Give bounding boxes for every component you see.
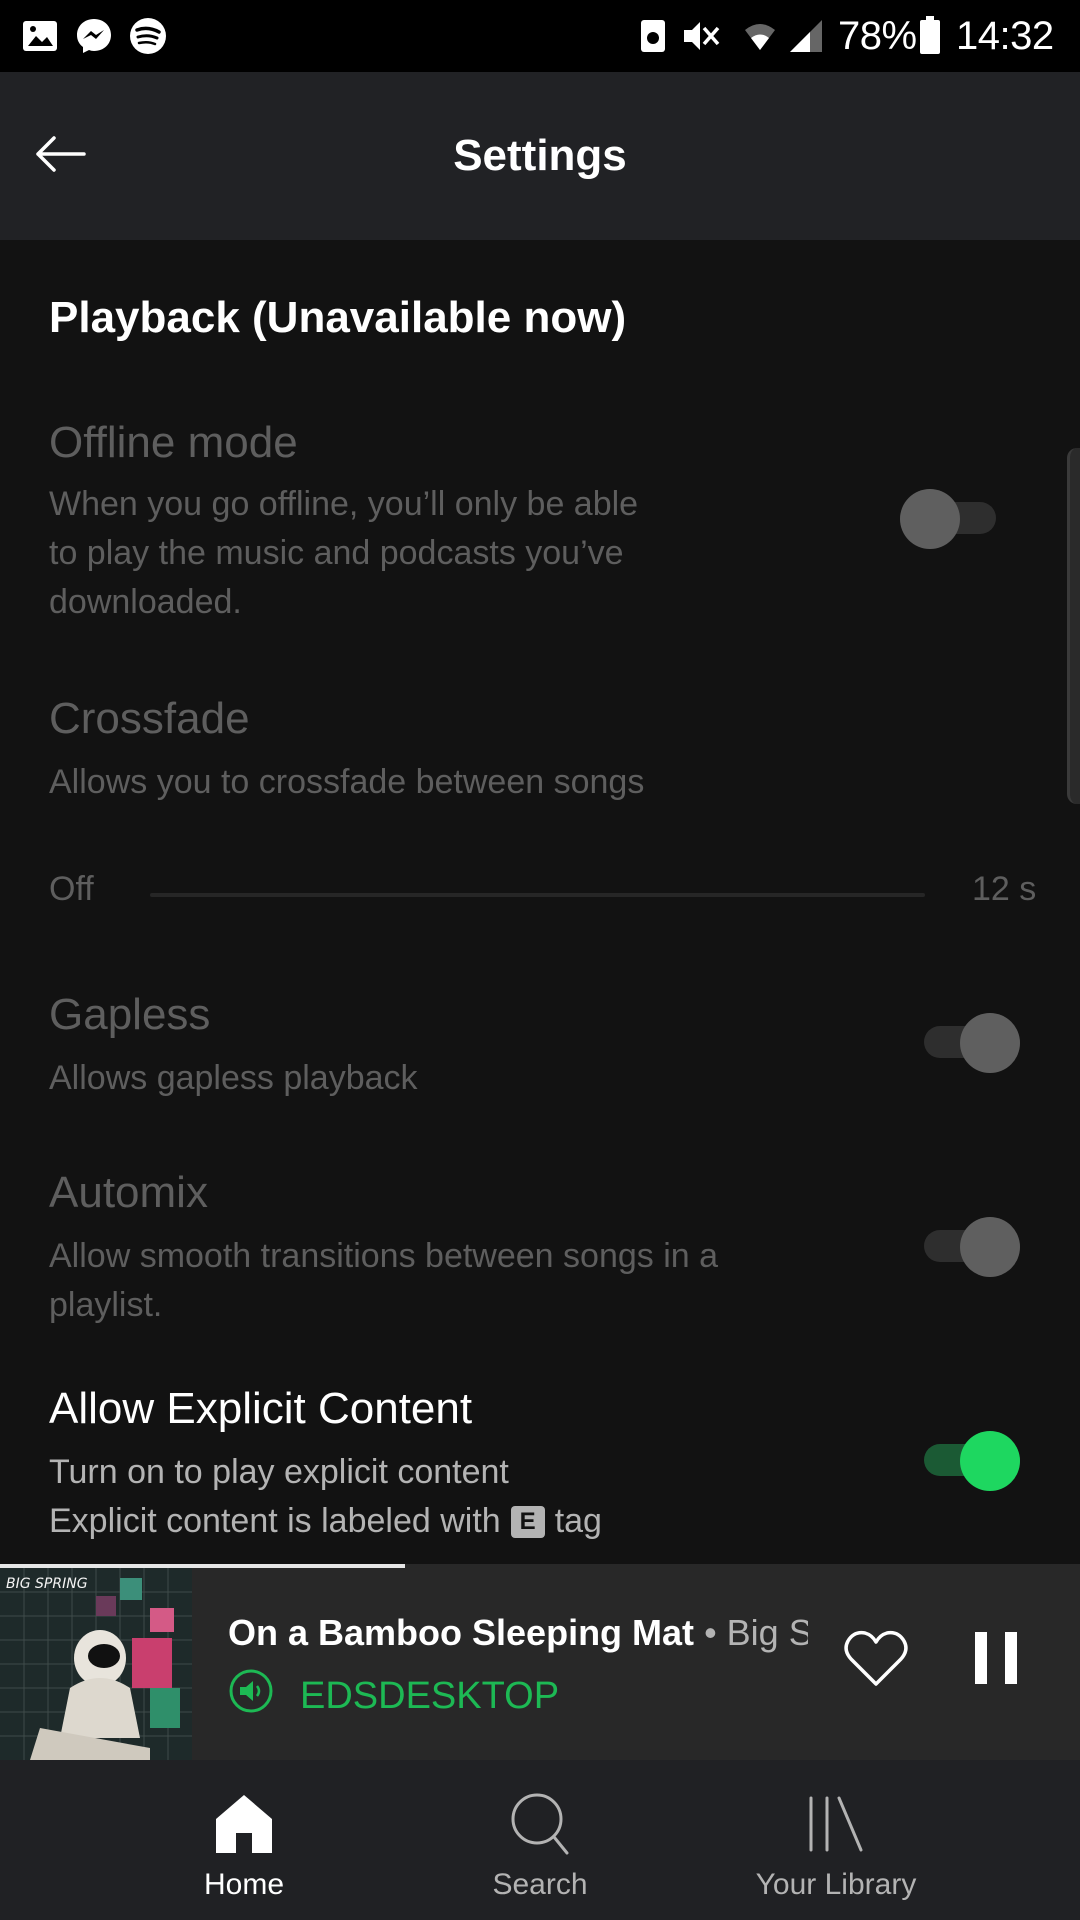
nav-library-label: Your Library [755,1868,917,1901]
automix-description: Allow smooth transitions between songs i… [49,1237,719,1324]
nav-search[interactable]: Search [390,1760,690,1920]
clock: 14:32 [956,13,1054,58]
explicit-toggle[interactable] [924,1428,1024,1492]
gallery-icon [20,0,60,72]
storage-icon [638,0,668,72]
messenger-icon [74,0,114,72]
crossfade-description: Allows you to crossfade between songs [49,763,645,801]
nav-search-label: Search [492,1868,588,1901]
heart-icon [843,1628,909,1693]
device-name: EDSDESKTOP [300,1674,560,1717]
explicit-badge: E [510,1505,545,1538]
gapless-toggle[interactable] [924,1010,1024,1074]
separator: • [704,1612,717,1653]
connect-device[interactable]: EDSDESKTOP [228,1668,559,1724]
home-icon [94,1784,394,1864]
offline-mode-description: When you go offline, you’ll only be able… [49,485,639,621]
battery-icon [918,0,942,72]
track-name: On a Bamboo Sleeping Mat [228,1612,695,1653]
bottom-nav: Home Search Your Library [0,1760,1080,1920]
header: Settings [0,72,1080,240]
now-playing-title: On a Bamboo Sleeping Mat•Big Spring [228,1612,808,1654]
battery-percent: 78% [838,13,917,58]
speaker-icon [228,1668,274,1724]
library-icon [686,1784,986,1864]
wifi-icon [740,0,780,72]
search-icon [390,1784,690,1864]
page-title: Settings [453,131,627,180]
mute-icon [680,0,724,72]
automix-title: Automix [49,1168,208,1217]
crossfade-max-label: 12 s [972,870,1037,908]
status-bar: 78% 14:32 [0,0,1080,72]
offline-mode-title: Offline mode [49,418,298,467]
crossfade-min-label: Off [49,870,94,908]
explicit-title: Allow Explicit Content [49,1384,473,1433]
nav-home-label: Home [203,1868,285,1901]
spotify-icon [128,0,168,72]
like-button[interactable] [840,1624,912,1696]
album-art[interactable]: BIG SPRING [0,1568,192,1760]
crossfade-slider[interactable] [150,893,925,897]
gapless-title: Gapless [49,990,211,1039]
album-art-text: BIG SPRING [6,1576,88,1592]
explicit-description: Turn on to play explicit content Explici… [49,1453,602,1540]
nav-library[interactable]: Your Library [686,1760,986,1920]
signal-icon [786,0,826,72]
pause-button[interactable] [960,1624,1032,1696]
offline-mode-toggle[interactable] [900,486,1000,550]
section-title: Playback (Unavailable now) [49,293,627,342]
pause-icon [973,1630,1019,1691]
nav-home[interactable]: Home [94,1760,394,1920]
crossfade-title: Crossfade [49,694,250,743]
gapless-description: Allows gapless playback [49,1059,418,1097]
artist-name: Big Spring [726,1612,808,1653]
automix-toggle[interactable] [924,1214,1024,1278]
mini-player[interactable]: BIG SPRING On a Bamboo Sleeping Mat • Big … [0,1564,1080,1760]
scrollbar[interactable] [1067,448,1080,804]
